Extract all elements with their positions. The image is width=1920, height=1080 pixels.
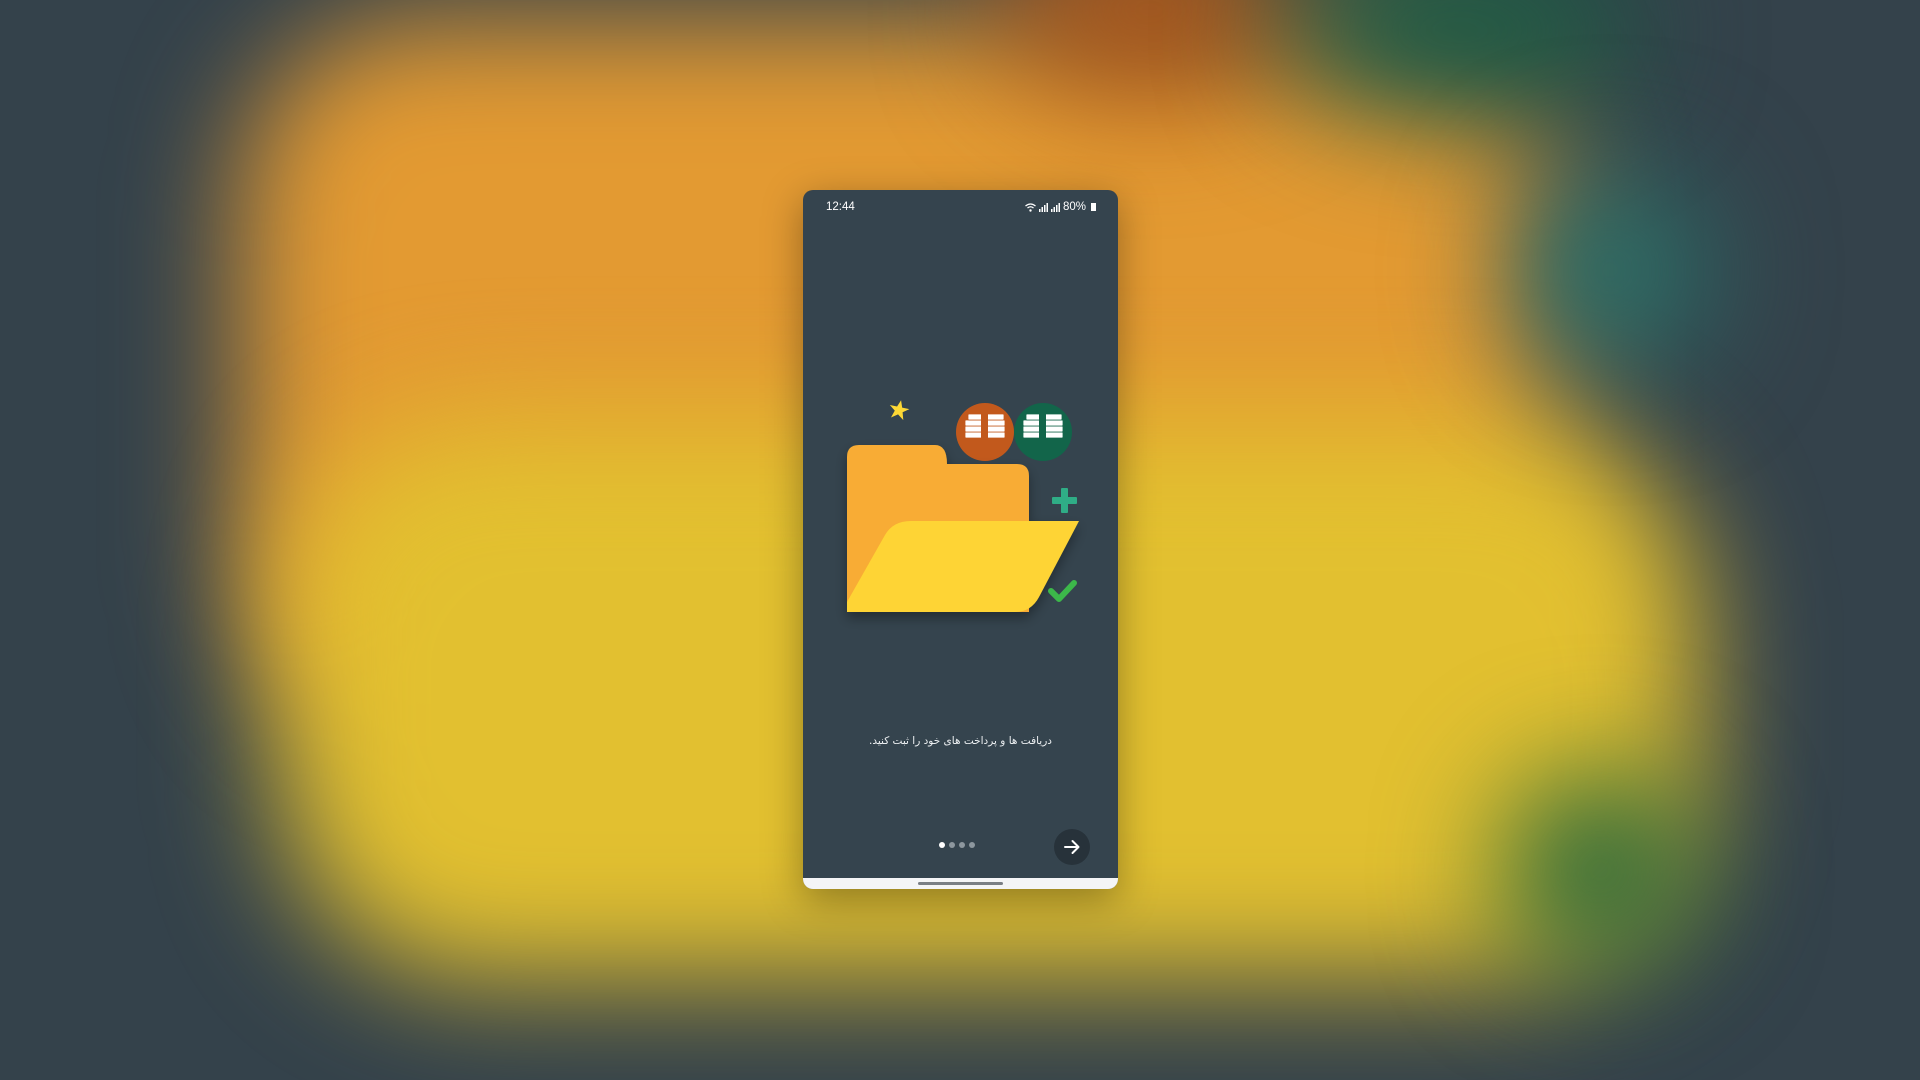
background-blob (1500, 770, 1700, 970)
plus-icon (1052, 488, 1077, 513)
phone-screen: 12:44 80% دریافت ها و پرداخت های خود را … (803, 190, 1118, 889)
money-stack-icon (1014, 403, 1072, 461)
page-indicator (939, 842, 975, 848)
money-stack-icon (956, 403, 1014, 461)
page-dot (969, 842, 975, 848)
home-indicator[interactable] (918, 882, 1003, 885)
page-dot-active (939, 842, 945, 848)
star-icon (889, 400, 910, 421)
check-icon (1048, 580, 1077, 602)
background-blob (1510, 170, 1710, 370)
next-button[interactable] (1054, 829, 1090, 865)
folder-icon (847, 445, 1079, 612)
onboarding-illustration (847, 400, 1079, 612)
onboarding-message: دریافت ها و پرداخت های خود را ثبت کنید. (869, 735, 1052, 747)
navigation-bar (803, 878, 1118, 889)
arrow-right-icon (1064, 840, 1080, 854)
page-dot (949, 842, 955, 848)
page-dot (959, 842, 965, 848)
